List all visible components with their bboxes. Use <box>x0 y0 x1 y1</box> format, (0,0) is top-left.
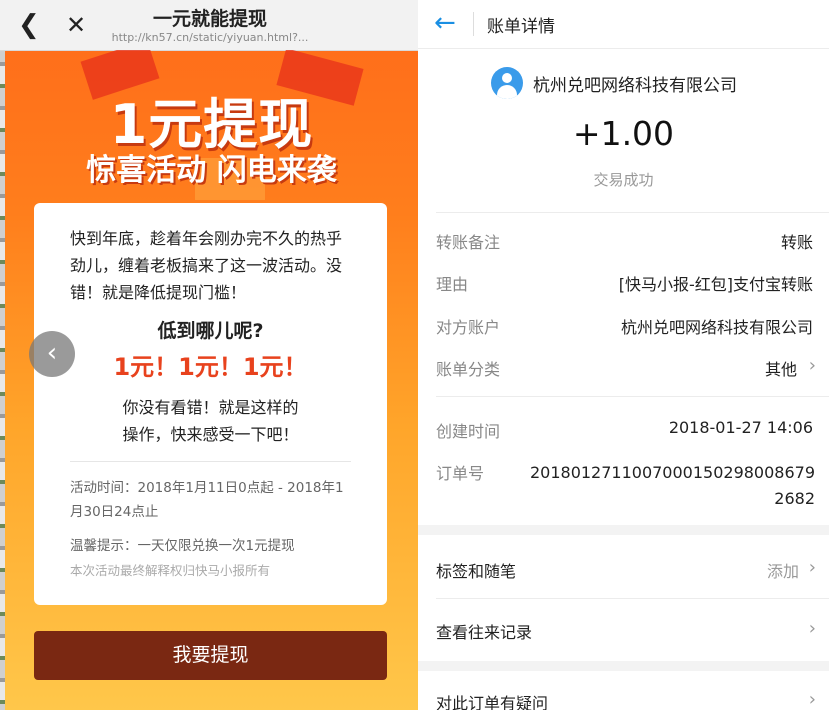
divider <box>436 212 829 213</box>
payee-name: 杭州兑吧网络科技有限公司 <box>533 76 737 96</box>
promo-webview: ❮ ✕ 一元就能提现 http://kn57.cn/static/yiyuan.… <box>0 0 418 710</box>
page-url: http://kn57.cn/static/yiyuan.html?... <box>111 31 309 44</box>
tip-text: 温馨提示：一天仅限兑换一次1元提现 <box>70 538 295 554</box>
divider <box>436 396 829 397</box>
close-icon[interactable]: ✕ <box>66 10 86 40</box>
transaction-status: 交易成功 <box>593 171 654 189</box>
arrow-left-icon[interactable]: ← <box>434 8 456 38</box>
chevron-left-icon[interactable]: ❮ <box>18 10 40 40</box>
page-title: 一元就能提现 <box>152 8 267 30</box>
chevron-right-icon: › <box>808 557 816 578</box>
avatar <box>491 67 523 99</box>
detail-label: 对方账户 <box>436 318 501 337</box>
banner-subtitle: 惊喜活动 闪电来袭 <box>86 153 337 188</box>
user-icon <box>502 73 512 83</box>
promo-card: 快到年底，趁着年会刚办完不久的热乎劲儿，缠着老板搞来了这一波活动。没错！就是降低… <box>34 203 387 605</box>
tags-label: 标签和随笔 <box>436 562 517 581</box>
add-tag-link[interactable]: 添加 <box>767 558 799 582</box>
history-label: 查看往来记录 <box>436 623 533 642</box>
detail-value: [快马小报-红包]支付宝转账 <box>618 275 813 294</box>
section-gap <box>418 525 829 535</box>
card-highlight: 1元！1元！1元！ <box>113 353 308 381</box>
webview-header: ❮ ✕ 一元就能提现 http://kn57.cn/static/yiyuan.… <box>0 0 418 51</box>
user-icon-body <box>497 85 517 99</box>
detail-label: 转账备注 <box>436 233 501 252</box>
detail-value: 其他 <box>764 360 797 379</box>
detail-value: 杭州兑吧网络科技有限公司 <box>620 318 813 337</box>
detail-label: 创建时间 <box>436 422 501 441</box>
card-line: 你没有看错！就是这样的 <box>122 398 299 417</box>
detail-label: 理由 <box>436 275 469 294</box>
card-divider <box>70 461 351 462</box>
promo-banner: 1元提现 惊喜活动 闪电来袭 <box>5 50 418 200</box>
detail-value: 转账 <box>780 233 813 252</box>
section-gap <box>418 661 829 671</box>
detail-label: 订单号 <box>436 464 485 483</box>
order-number: 2018012711007000150298008679 2682 <box>529 463 815 508</box>
question-label: 对此订单有疑问 <box>436 694 549 710</box>
chevron-right-icon: › <box>808 689 816 710</box>
activity-time: 活动时间：2018年1月11日0点起 - 2018年1月30日24点止 <box>70 480 344 520</box>
created-time: 2018-01-27 14:06 <box>668 418 813 437</box>
header-divider <box>473 12 474 36</box>
card-line: 操作，快来感受一下吧！ <box>122 425 299 444</box>
card-question: 低到哪儿呢? <box>157 320 264 342</box>
withdraw-button[interactable]: 我要提现 <box>34 631 387 680</box>
chevron-right-icon: › <box>808 618 816 639</box>
amount: +1.00 <box>572 114 675 153</box>
bill-header: ← 账单详情 <box>418 0 829 49</box>
disclaimer-text: 本次活动最终解释权归快马小报所有 <box>70 563 271 578</box>
carousel-prev-button[interactable]: ‹ <box>29 331 75 377</box>
chevron-right-icon: › <box>808 355 816 376</box>
detail-label: 账单分类 <box>436 360 501 379</box>
bill-title: 账单详情 <box>487 17 555 37</box>
card-intro: 快到年底，趁着年会刚办完不久的热乎劲儿，缠着老板搞来了这一波活动。没错！就是降低… <box>70 229 343 302</box>
bill-detail-screen: ← 账单详情 杭州兑吧网络科技有限公司 +1.00 交易成功 转账备注 转账 理… <box>418 0 829 710</box>
divider <box>436 598 829 599</box>
